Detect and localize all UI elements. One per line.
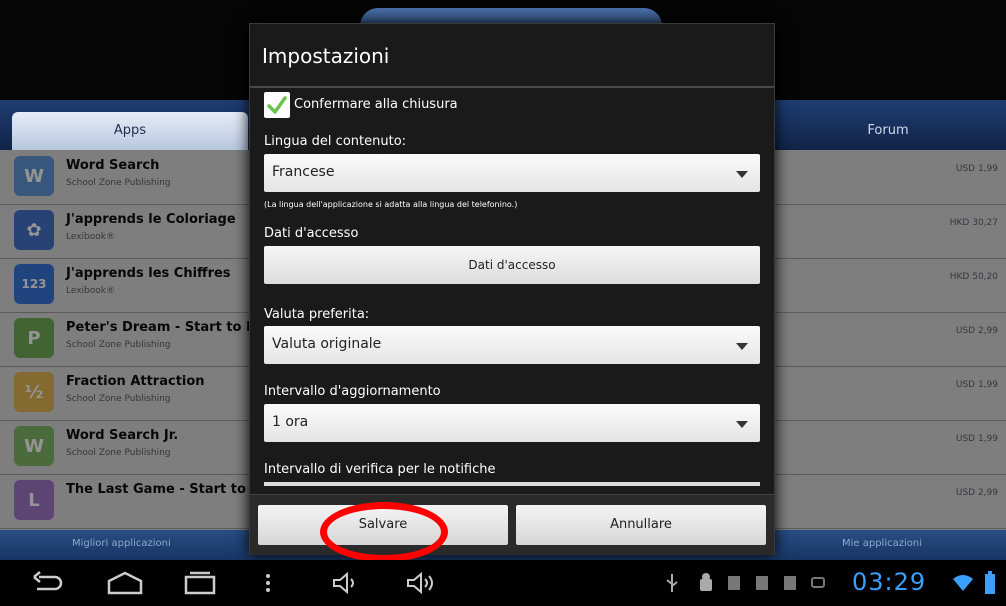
app-price: USD 2,99 (955, 488, 998, 498)
access-data-button[interactable]: Dati d'accesso (264, 246, 760, 284)
wifi-icon (950, 568, 976, 598)
notification-icon (780, 568, 800, 598)
app-publisher: Lexibook® (66, 286, 115, 296)
app-thumbnail: 123 (14, 264, 54, 304)
clock: 03:29 (852, 568, 927, 596)
app-price: USD 2,99 (955, 326, 998, 336)
app-price: HKD 30,27 (949, 218, 998, 228)
language-note: (La lingua dell'applicazione si adatta a… (264, 200, 518, 209)
app-price: USD 1,99 (955, 164, 998, 174)
app-title: J'apprends les Chiffres (66, 266, 231, 281)
tab-top-apps[interactable]: Migliori applicazioni (72, 538, 171, 549)
update-interval-label: Intervallo d'aggiornamento (264, 384, 441, 399)
volume-up-icon[interactable] (404, 568, 438, 598)
system-navbar: 03:29 (0, 560, 1006, 606)
app-publisher: Lexibook® (66, 232, 115, 242)
app-price: HKD 50,20 (949, 272, 998, 282)
android-debug-icon (694, 568, 718, 598)
tab-my-apps[interactable]: Mie applicazioni (842, 538, 922, 549)
content-language-label: Lingua del contenuto: (264, 134, 407, 149)
content-language-value: Francese (272, 164, 335, 180)
home-icon[interactable] (100, 568, 150, 598)
app-title: Word Search Jr. (66, 428, 179, 443)
app-publisher: School Zone Publishing (66, 394, 171, 404)
app-publisher: School Zone Publishing (66, 340, 171, 350)
app-publisher: School Zone Publishing (66, 448, 171, 458)
checkmark-icon (267, 96, 287, 114)
dropdown-arrow-icon (736, 343, 748, 350)
usb-icon (662, 568, 682, 598)
app-price: USD 1,99 (955, 434, 998, 444)
recent-apps-icon[interactable] (180, 568, 220, 598)
app-title: Peter's Dream - Start to Re (66, 320, 265, 335)
app-thumbnail: ½ (14, 372, 54, 412)
notification-icon (752, 568, 772, 598)
app-thumbnail: W (14, 426, 54, 466)
tab-forum[interactable]: Forum (770, 112, 1006, 150)
chat-icon (808, 568, 828, 598)
app-thumbnail: P (14, 318, 54, 358)
annotation-circle (320, 502, 448, 562)
app-title: Fraction Attraction (66, 374, 205, 389)
notification-icon (724, 568, 744, 598)
title-divider (250, 86, 774, 88)
app-title: Word Search (66, 158, 160, 173)
content-language-select[interactable]: Francese (264, 154, 760, 192)
currency-select[interactable]: Valuta originale (264, 326, 760, 364)
confirm-on-close-checkbox[interactable] (264, 92, 290, 118)
dropdown-arrow-icon (736, 421, 748, 428)
app-publisher: School Zone Publishing (66, 178, 171, 188)
dialog-title: Impostazioni (262, 44, 390, 68)
app-thumbnail: W (14, 156, 54, 196)
app-thumbnail: L (14, 480, 54, 520)
app-title: The Last Game - Start to Re (66, 482, 270, 497)
update-interval-value: 1 ora (272, 414, 309, 430)
currency-value: Valuta originale (272, 336, 382, 352)
confirm-on-close-label: Confermare alla chiusura (294, 97, 458, 112)
app-title: J'apprends le Coloriage (66, 212, 236, 227)
access-data-label: Dati d'accesso (264, 226, 359, 241)
notification-interval-select[interactable] (264, 482, 760, 486)
app-price: USD 1,99 (955, 380, 998, 390)
dropdown-arrow-icon (736, 171, 748, 178)
menu-icon[interactable] (262, 568, 274, 598)
cancel-button[interactable]: Annullare (516, 505, 766, 545)
settings-dialog: Impostazioni Confermare alla chiusura Li… (249, 23, 775, 555)
update-interval-select[interactable]: 1 ora (264, 404, 760, 442)
notification-interval-label: Intervallo di verifica per le notifiche (264, 462, 496, 477)
volume-down-icon[interactable] (330, 568, 360, 598)
back-icon[interactable] (28, 568, 68, 598)
currency-label: Valuta preferita: (264, 307, 370, 322)
app-thumbnail: ✿ (14, 210, 54, 250)
battery-icon (980, 568, 1000, 598)
tab-apps[interactable]: Apps (12, 112, 248, 150)
